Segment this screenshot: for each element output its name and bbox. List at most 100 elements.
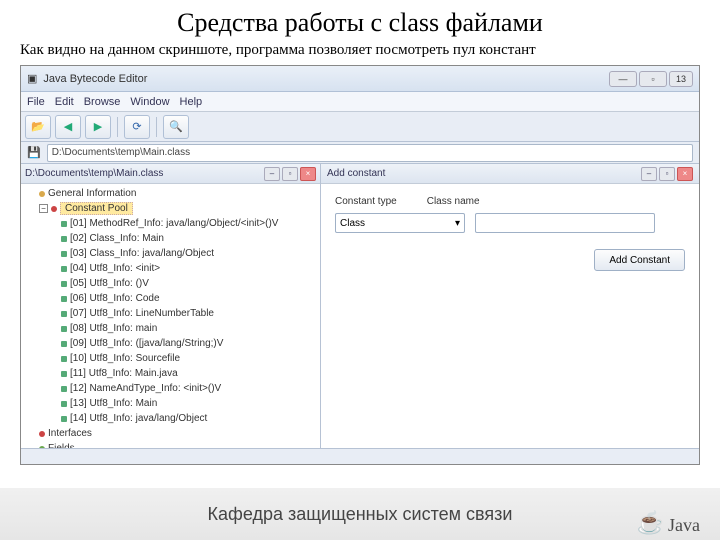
app-icon: ▣ — [27, 72, 37, 85]
tree-item[interactable]: [01] MethodRef_Info: java/lang/Object/<i… — [25, 216, 316, 231]
tree-label: [12] NameAndType_Info: <init>()V — [70, 383, 221, 394]
constant-type-select[interactable]: Class ▾ — [335, 213, 465, 233]
java-logo: ☕ Java — [637, 510, 700, 536]
toolbar-separator — [117, 117, 118, 137]
tree-item[interactable]: [13] Utf8_Info: Main — [25, 396, 316, 411]
panel-maximize-button[interactable]: ▫ — [659, 167, 675, 181]
node-icon — [39, 431, 45, 437]
slide-footer: Кафедра защищенных систем связи — [0, 488, 720, 540]
menu-window[interactable]: Window — [130, 96, 169, 108]
address-bar: 💾 D:\Documents\temp\Main.class — [21, 142, 699, 164]
toolbar: 📂 ◀ ▶ ⟳ 🔍 — [21, 112, 699, 142]
tree-item[interactable]: [03] Class_Info: java/lang/Object — [25, 246, 316, 261]
label-constant-type: Constant type — [335, 196, 397, 207]
maximize-button[interactable]: ▫ — [639, 71, 667, 87]
tree-minimize-button[interactable]: – — [264, 167, 280, 181]
menubar: File Edit Browse Window Help — [21, 92, 699, 112]
tree-header-title: D:\Documents\temp\Main.class — [25, 168, 163, 179]
app-window: ▣ Java Bytecode Editor — ▫ 13 File Edit … — [20, 65, 700, 465]
minimize-button[interactable]: — — [609, 71, 637, 87]
label-class-name: Class name — [427, 196, 480, 207]
tree-item[interactable]: [09] Utf8_Info: ([java/lang/String;)V — [25, 336, 316, 351]
leaf-icon — [61, 401, 67, 407]
leaf-icon — [61, 416, 67, 422]
collapse-icon[interactable]: − — [39, 204, 48, 213]
tree-item[interactable]: [04] Utf8_Info: <init> — [25, 261, 316, 276]
back-button[interactable]: ◀ — [55, 115, 81, 139]
tree-maximize-button[interactable]: ▫ — [282, 167, 298, 181]
tree-label: [04] Utf8_Info: <init> — [70, 263, 160, 274]
tree-label: [11] Utf8_Info: Main.java — [70, 368, 178, 379]
arrow-left-icon: ◀ — [64, 120, 72, 133]
menu-edit[interactable]: Edit — [55, 96, 74, 108]
leaf-icon — [61, 236, 67, 242]
tree-label: [02] Class_Info: Main — [70, 233, 164, 244]
tree-label: General Information — [48, 188, 136, 199]
tree-label: [07] Utf8_Info: LineNumberTable — [70, 308, 214, 319]
tree-item[interactable]: [05] Utf8_Info: ()V — [25, 276, 316, 291]
tree-header: D:\Documents\temp\Main.class – ▫ × — [21, 164, 320, 184]
tree-label: [14] Utf8_Info: java/lang/Object — [70, 413, 207, 424]
panel-close-button[interactable]: × — [677, 167, 693, 181]
leaf-icon — [61, 281, 67, 287]
tree-item[interactable]: [11] Utf8_Info: Main.java — [25, 366, 316, 381]
toolbar-separator — [156, 117, 157, 137]
leaf-icon — [61, 266, 67, 272]
tree-label: [03] Class_Info: java/lang/Object — [70, 248, 214, 259]
open-button[interactable]: 📂 — [25, 115, 51, 139]
search-icon: 🔍 — [169, 120, 183, 133]
tree-item[interactable]: [14] Utf8_Info: java/lang/Object — [25, 411, 316, 426]
tree-item[interactable]: [02] Class_Info: Main — [25, 231, 316, 246]
slide-subtitle: Как видно на данном скриншоте, программа… — [0, 42, 720, 65]
leaf-icon — [61, 251, 67, 257]
add-constant-button[interactable]: Add Constant — [594, 249, 685, 271]
java-brand-text: Java — [668, 515, 700, 536]
tree-item-constant-pool[interactable]: − Constant Pool — [25, 201, 316, 216]
tree-label: [01] MethodRef_Info: java/lang/Object/<i… — [70, 218, 278, 229]
address-input[interactable]: D:\Documents\temp\Main.class — [47, 144, 693, 162]
node-icon — [51, 206, 57, 212]
tree-label: [08] Utf8_Info: main — [70, 323, 157, 334]
search-button[interactable]: 🔍 — [163, 115, 189, 139]
panel-minimize-button[interactable]: – — [641, 167, 657, 181]
node-icon — [39, 191, 45, 197]
chevron-down-icon: ▾ — [455, 218, 460, 229]
refresh-button[interactable]: ⟳ — [124, 115, 150, 139]
java-steam-icon: ☕ — [637, 510, 664, 536]
menu-browse[interactable]: Browse — [84, 96, 121, 108]
leaf-icon — [61, 311, 67, 317]
leaf-icon — [61, 371, 67, 377]
class-name-input[interactable] — [475, 213, 655, 233]
tree-item[interactable]: [08] Utf8_Info: main — [25, 321, 316, 336]
tree-label-selected: Constant Pool — [60, 202, 133, 215]
tree-item[interactable]: Interfaces — [25, 426, 316, 441]
tree-item[interactable]: [10] Utf8_Info: Sourcefile — [25, 351, 316, 366]
forward-button[interactable]: ▶ — [85, 115, 111, 139]
tree-label: [06] Utf8_Info: Code — [70, 293, 160, 304]
tree-item[interactable]: [07] Utf8_Info: LineNumberTable — [25, 306, 316, 321]
window-titlebar: ▣ Java Bytecode Editor — ▫ 13 — [21, 66, 699, 92]
leaf-icon — [61, 296, 67, 302]
panel-header: Add constant – ▫ × — [321, 164, 699, 184]
tree-pane: D:\Documents\temp\Main.class – ▫ × Gener… — [21, 164, 321, 462]
refresh-icon: ⟳ — [132, 120, 141, 133]
menu-file[interactable]: File — [27, 96, 45, 108]
tree-label: [05] Utf8_Info: ()V — [70, 278, 149, 289]
detail-pane: Add constant – ▫ × Constant type Class n… — [321, 164, 699, 462]
tree-item[interactable]: [12] NameAndType_Info: <init>()V — [25, 381, 316, 396]
tree-label: [09] Utf8_Info: ([java/lang/String;)V — [70, 338, 223, 349]
tree[interactable]: General Information − Constant Pool [01]… — [21, 184, 320, 462]
folder-icon: 📂 — [31, 120, 45, 133]
tree-item[interactable]: General Information — [25, 186, 316, 201]
tree-item[interactable]: [06] Utf8_Info: Code — [25, 291, 316, 306]
tree-close-button[interactable]: × — [300, 167, 316, 181]
slide-title: Средства работы с class файлами — [0, 0, 720, 42]
select-value: Class — [340, 218, 365, 229]
leaf-icon — [61, 386, 67, 392]
drive-icon: 💾 — [27, 146, 41, 159]
tree-label: [10] Utf8_Info: Sourcefile — [70, 353, 180, 364]
arrow-right-icon: ▶ — [94, 120, 102, 133]
leaf-icon — [61, 221, 67, 227]
panel-title: Add constant — [327, 168, 385, 179]
menu-help[interactable]: Help — [180, 96, 203, 108]
